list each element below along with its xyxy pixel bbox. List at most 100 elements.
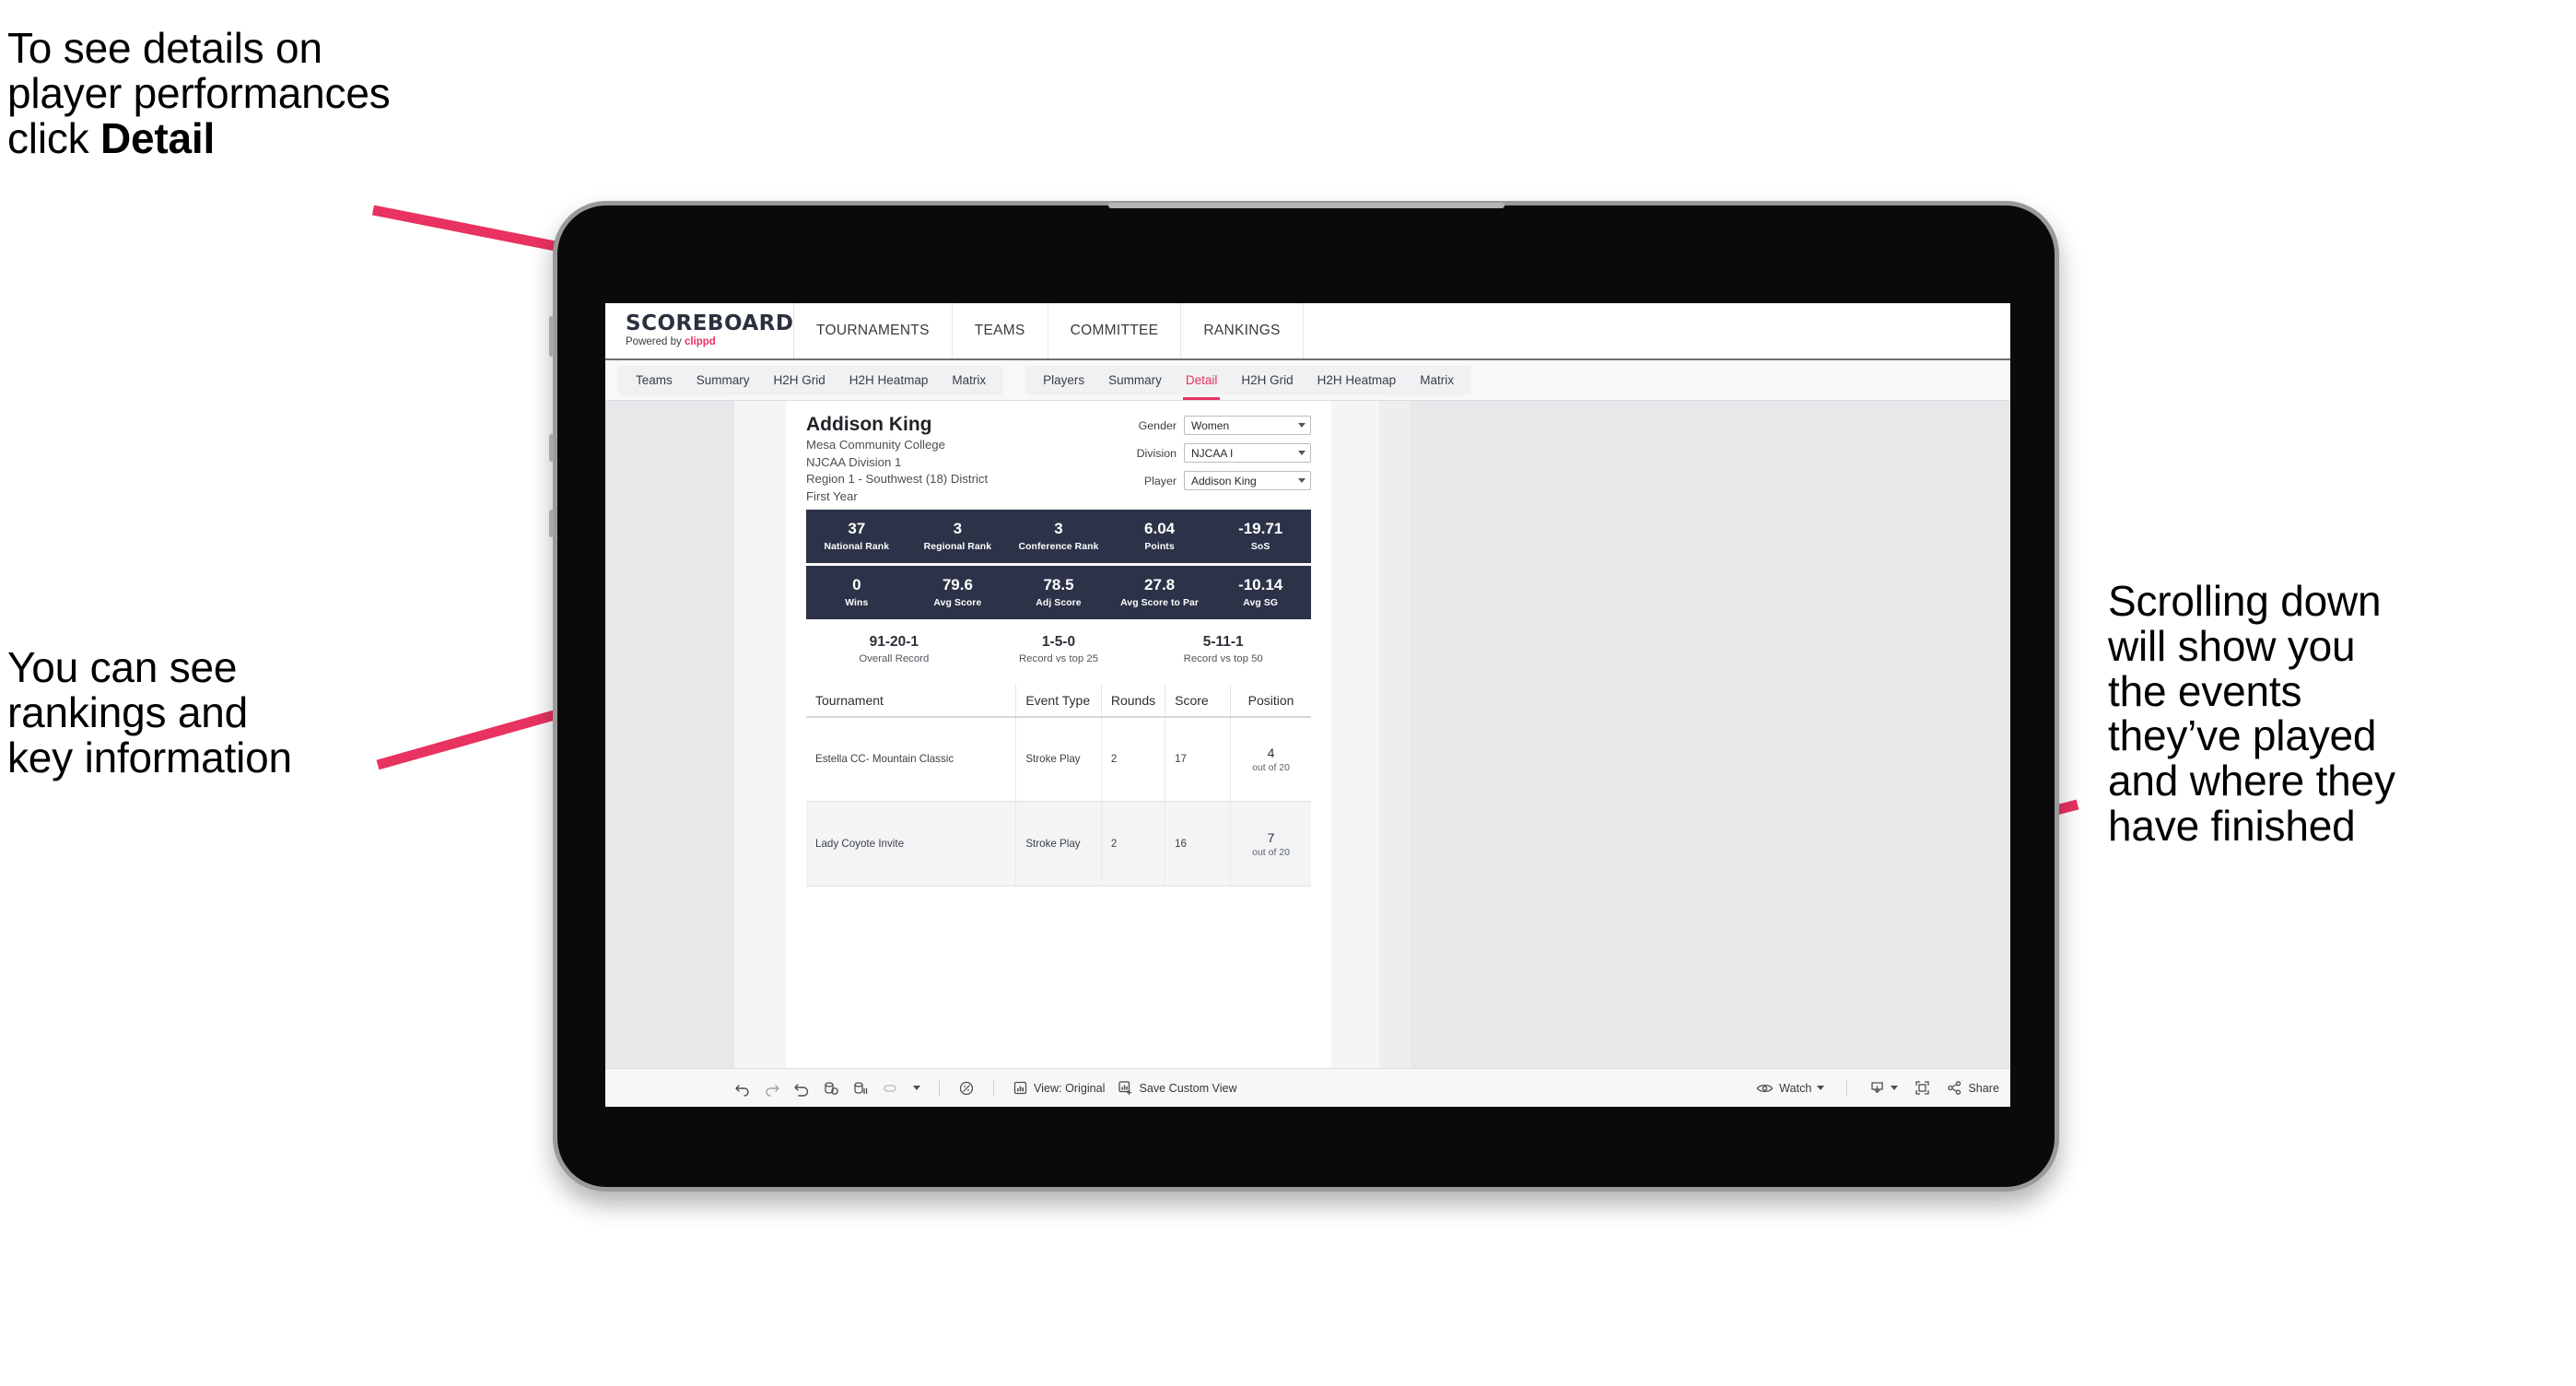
nav-item-tournaments[interactable]: TOURNAMENTS [794,303,953,358]
header-spacer [1304,303,2010,358]
nav-item-rankings[interactable]: RANKINGS [1181,303,1304,358]
save-custom-view-label: Save Custom View [1139,1081,1237,1095]
subnav-players-h2h-heatmap[interactable]: H2H Heatmap [1306,366,1409,395]
cell-score: 16 [1165,801,1232,887]
filter-row-player: Player Addison King [1113,471,1311,490]
toolbar-divider [1846,1079,1848,1097]
filter-label-division: Division [1136,446,1177,460]
stat-label: Points [1144,541,1175,552]
subnav-players-summary[interactable]: Summary [1096,366,1174,395]
player-name: Addison King [806,414,932,435]
stat-label: National Rank [824,541,890,552]
revert-icon[interactable] [793,1080,810,1097]
filter-panel: Gender Women Division NJCAA I Player Add… [1113,414,1311,506]
stat-label: Regional Rank [923,541,992,552]
subnav-players-matrix[interactable]: Matrix [1408,366,1466,395]
stat-value: -10.14 [1238,575,1283,593]
redo-icon[interactable] [764,1080,780,1097]
download-button[interactable] [1869,1080,1899,1096]
col-rounds[interactable]: Rounds [1101,684,1166,718]
stat-regional-rank: 3 Regional Rank [907,510,1009,563]
dashboard-right-pane [1379,401,2010,1068]
subnav-teams-h2h-grid[interactable]: H2H Grid [762,366,837,395]
primary-nav: TOURNAMENTS TEAMS COMMITTEE RANKINGS [794,303,1304,358]
dashboard-canvas: Addison King Mesa Community College NJCA… [605,401,2010,1107]
subnav-players-h2h-grid[interactable]: H2H Grid [1229,366,1305,395]
nav-item-committee[interactable]: COMMITTEE [1048,303,1182,358]
player-school: Mesa Community College [806,437,945,452]
position-outof: out of 20 [1252,762,1290,773]
col-position[interactable]: Position [1230,684,1311,718]
filter-select-gender[interactable]: Women [1184,416,1311,435]
subnav-teams-h2h-heatmap[interactable]: H2H Heatmap [837,366,941,395]
tablet-volume-button [549,316,554,357]
player-division: NJCAA Division 1 [806,454,902,469]
stat-adj-score: 78.5 Adj Score [1008,566,1109,619]
cell-tournament: Estella CC- Mountain Classic [806,716,1017,803]
subnav-group-teams: Teams Summary H2H Grid H2H Heatmap Matri… [618,365,1004,395]
watch-label: Watch [1779,1081,1812,1095]
logo-subtitle: Powered by clippd [626,337,793,348]
save-custom-view-button[interactable]: Save Custom View [1118,1080,1237,1096]
subnav-players[interactable]: Players [1031,366,1096,395]
chevron-down-icon [1298,478,1306,483]
subnav-group-players: Players Summary Detail H2H Grid H2H Heat… [1025,365,1471,400]
fullscreen-icon[interactable] [1914,1080,1930,1096]
stat-value: 37 [848,519,866,537]
chevron-down-icon [1298,451,1306,455]
filter-select-division[interactable]: NJCAA I [1184,443,1311,463]
cell-position: 4 out of 20 [1230,716,1311,803]
cell-score: 17 [1165,716,1232,803]
col-event-type[interactable]: Event Type [1015,684,1102,718]
chevron-down-icon [1891,1086,1899,1090]
table-row[interactable]: Estella CC- Mountain Classic Stroke Play… [806,716,1311,803]
pan-icon[interactable] [882,1080,900,1097]
tablet-side-button-3 [549,510,554,537]
table-row[interactable]: Lady Coyote Invite Stroke Play 2 16 7 ou… [806,801,1311,887]
view-chart-icon [1013,1080,1028,1096]
stat-value: 78.5 [1043,575,1074,593]
filter-select-player[interactable]: Addison King [1184,471,1311,490]
record-vs-top-25: 1-5-0 Record vs top 25 [977,634,1142,664]
share-icon [1947,1080,1962,1096]
save-view-icon [1118,1080,1133,1096]
player-detail-card: Addison King Mesa Community College NJCA… [786,401,1331,1068]
chevron-down-icon[interactable] [913,1086,920,1090]
subnav-teams-matrix[interactable]: Matrix [940,366,998,395]
col-tournament[interactable]: Tournament [806,684,1017,718]
logo-subtitle-brand: clippd [684,336,716,348]
stats-row-rankings: 37 National Rank 3 Regional Rank 3 Confe… [806,509,1311,563]
highlight-icon[interactable] [958,1080,975,1097]
refresh-data-icon[interactable] [823,1080,839,1097]
stat-value: 3 [1054,519,1063,537]
nav-item-teams[interactable]: TEAMS [953,303,1048,358]
app-logo[interactable]: SCOREBOARD Powered by clippd [605,303,794,358]
toolbar-divider [939,1079,940,1097]
filter-label-player: Player [1143,474,1177,487]
subnav-teams-summary[interactable]: Summary [685,366,762,395]
subnav-players-detail[interactable]: Detail [1174,366,1230,400]
viz-toolbar: View: Original Save Custom View Watch Sh… [605,1068,2010,1107]
stat-value: 3 [953,519,963,537]
tablet-side-button-2 [549,434,554,462]
logo-title: SCOREBOARD [626,311,794,336]
stat-label: Avg Score [933,597,982,608]
stats-row-scoring: 0 Wins 79.6 Avg Score 78.5 Adj Score 27.… [806,565,1311,619]
watch-button[interactable]: Watch [1756,1081,1825,1095]
filter-value-gender: Women [1191,418,1230,432]
view-original-button[interactable]: View: Original [1013,1080,1105,1096]
stat-wins: 0 Wins [806,566,907,619]
share-button[interactable]: Share [1947,1080,1999,1096]
col-score[interactable]: Score [1165,684,1232,718]
stat-conference-rank: 3 Conference Rank [1008,510,1109,563]
record-label: Record vs top 50 [1183,652,1263,664]
pause-data-icon[interactable] [852,1080,869,1097]
records-row: 91-20-1 Overall Record 1-5-0 Record vs t… [806,634,1311,664]
logo-subtitle-prefix: Powered by [626,336,685,348]
subnav-teams[interactable]: Teams [624,366,685,395]
events-table-head: Tournament Event Type Rounds Score Posit… [806,684,1311,718]
chevron-down-icon [1298,423,1306,428]
player-header: Addison King Mesa Community College NJCA… [806,414,1311,506]
undo-icon[interactable] [734,1080,751,1097]
stat-label: Wins [845,597,869,608]
